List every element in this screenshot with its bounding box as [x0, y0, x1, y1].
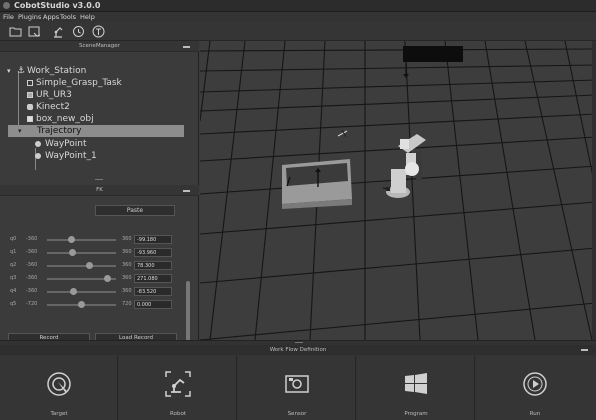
camera-icon — [27, 104, 33, 110]
minimize-icon[interactable] — [183, 46, 190, 48]
splitter-handle[interactable] — [295, 342, 303, 343]
joint-value-field[interactable]: 0.000 — [134, 300, 172, 309]
slider-knob[interactable] — [78, 301, 85, 308]
joint-slider[interactable] — [47, 239, 116, 241]
scene-tree: ▾ ⚓ Work_Station Simple_Grasp_Task UR_UR… — [0, 52, 199, 181]
joint-row: q1 -360 360 -93.960 — [0, 247, 199, 258]
workflow-robot[interactable]: Robot — [119, 356, 237, 420]
workflow-title: Work Flow Definition — [269, 347, 327, 353]
box-icon — [27, 116, 33, 122]
save-icon[interactable] — [27, 24, 42, 39]
joint-value-field[interactable]: 271.080 — [134, 274, 172, 283]
fk-header: FK — [0, 185, 199, 196]
3d-viewport[interactable] — [200, 41, 596, 340]
windows-icon — [405, 373, 427, 394]
slider-knob[interactable] — [68, 236, 76, 243]
joint-row: q2 -360 360 78.300 — [0, 260, 199, 271]
robot-arm-icon[interactable] — [51, 24, 66, 39]
splitter-handle[interactable] — [95, 179, 103, 180]
robot-icon — [27, 92, 33, 98]
menu-apps[interactable]: Apps — [43, 13, 59, 21]
joint-value-field[interactable]: 78.300 — [134, 261, 172, 270]
sensor-icon — [285, 375, 309, 393]
anchor-icon: ⚓ — [17, 66, 26, 76]
target-icon — [47, 372, 71, 396]
toolbar — [0, 22, 596, 41]
waypoint-icon — [35, 153, 41, 159]
tree-item-work-station[interactable]: ▾ ⚓ Work_Station — [0, 65, 199, 77]
workflow-target[interactable]: Target — [0, 356, 118, 420]
tree-item-box-new-obj[interactable]: box_new_obj — [0, 113, 199, 125]
expand-arrow-icon[interactable]: ▾ — [7, 65, 11, 77]
joint-row: q3 -360 360 271.080 — [0, 273, 199, 284]
menu-bar: File Plugins Apps Tools Help — [0, 12, 596, 22]
workflow-sensor[interactable]: Sensor — [238, 356, 356, 420]
menu-help[interactable]: Help — [80, 13, 95, 21]
slider-knob[interactable] — [69, 249, 77, 256]
slider-knob[interactable] — [85, 262, 93, 269]
viewport-border — [592, 41, 596, 340]
workflow-program[interactable]: Program — [357, 356, 475, 420]
tree-item-simple-grasp-task[interactable]: Simple_Grasp_Task — [0, 77, 199, 89]
fk-title: FK — [96, 187, 103, 193]
menu-plugins[interactable]: Plugins — [18, 13, 41, 21]
open-folder-icon[interactable] — [8, 24, 23, 39]
joint-row: q0 -360 360 -99.180 — [0, 234, 199, 245]
joint-value-field[interactable]: -93.960 — [134, 248, 172, 257]
menu-tools[interactable]: Tools — [60, 13, 76, 21]
waypoint-icon — [35, 141, 41, 147]
robot-arm-icon — [165, 371, 191, 397]
joint-value-field[interactable]: -83.520 — [134, 287, 172, 296]
left-dock: SceneManager ▾ ⚓ Work_Station Simple_Gra… — [0, 41, 199, 341]
joint-slider[interactable] — [47, 291, 116, 293]
text-tool-icon[interactable] — [91, 24, 106, 39]
slider-knob[interactable] — [104, 275, 112, 282]
minimize-icon[interactable] — [183, 190, 190, 192]
tree-item-kinect2[interactable]: Kinect2 — [0, 101, 199, 113]
workflow-dock: Work Flow Definition Target Robot Sensor… — [0, 340, 596, 420]
tree-item-trajectory[interactable]: ▾ Trajectory — [8, 125, 184, 137]
scene-render — [200, 41, 596, 340]
scrollbar[interactable] — [186, 281, 190, 341]
workflow-header: Work Flow Definition — [0, 345, 596, 355]
play-icon — [523, 372, 547, 396]
tree-item-ur-ur3[interactable]: UR_UR3 — [0, 89, 199, 101]
joint-row: q5 -720 720 0.000 — [0, 299, 199, 310]
expand-arrow-icon[interactable]: ▾ — [18, 125, 22, 137]
joint-value-field[interactable]: -99.180 — [134, 235, 172, 244]
close-window-icon[interactable] — [3, 2, 10, 9]
workflow-run[interactable]: Run — [476, 356, 596, 420]
window-title: CobotStudio v3.0.0 — [14, 1, 101, 10]
title-bar: CobotStudio v3.0.0 — [0, 0, 596, 12]
scene-manager-header: SceneManager — [0, 41, 199, 52]
joint-slider[interactable] — [47, 252, 116, 254]
menu-file[interactable]: File — [3, 13, 14, 21]
doc-icon — [27, 80, 33, 86]
minimize-icon[interactable] — [581, 349, 588, 351]
slider-knob[interactable] — [69, 288, 77, 295]
joint-slider[interactable] — [47, 265, 116, 267]
rotate-icon[interactable] — [71, 24, 86, 39]
paste-button[interactable]: Paste — [95, 205, 175, 216]
scene-manager-title: SceneManager — [79, 43, 120, 49]
joint-row: q4 -360 360 -83.520 — [0, 286, 199, 297]
tree-item-waypoint[interactable]: WayPoint — [0, 138, 199, 150]
joint-sliders: q0 -360 360 -99.180 q1 -360 360 -93.960 … — [0, 234, 199, 314]
tree-item-waypoint-1[interactable]: WayPoint_1 — [0, 150, 199, 162]
